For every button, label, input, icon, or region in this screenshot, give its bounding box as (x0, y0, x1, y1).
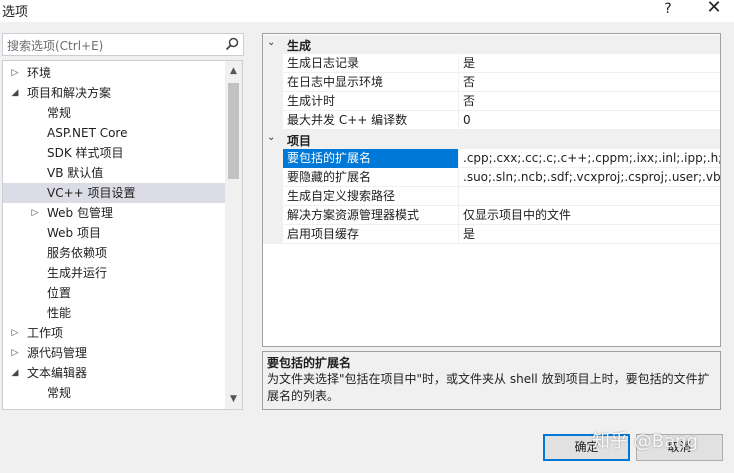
tree-item[interactable]: ASP.NET Core (3, 123, 225, 143)
tree-item-label: 常规 (47, 106, 72, 120)
tree-item-label: SDK 样式项目 (47, 146, 124, 160)
tree-item-label: 文本编辑器 (27, 366, 88, 380)
property-row[interactable]: 生成日志记录是 (263, 54, 720, 73)
search-icon[interactable] (225, 37, 239, 51)
row-gutter (263, 225, 283, 244)
tree-item-label: 常规 (47, 386, 72, 400)
tree-item-label: 项目和解决方案 (27, 86, 112, 100)
property-name[interactable]: 生成计时 (283, 92, 459, 111)
property-value[interactable]: 是 (460, 54, 720, 73)
property-value[interactable]: 是 (460, 225, 720, 244)
property-name[interactable]: 解决方案资源管理器模式 (283, 206, 459, 225)
property-value[interactable]: .suo;.sln;.ncb;.sdf;.vcxproj;.csproj;.us… (460, 168, 720, 187)
tree-item-label: 源代码管理 (27, 346, 88, 360)
tree-item-label: 生成并运行 (47, 266, 108, 280)
property-value[interactable]: 否 (460, 92, 720, 111)
property-name[interactable]: 在日志中显示环境 (283, 73, 459, 92)
tree-item[interactable]: 服务依赖项 (3, 243, 225, 263)
tree-item-label: VB 默认值 (47, 166, 104, 180)
tree-item[interactable]: ▷ 环境 (3, 63, 225, 83)
property-row[interactable]: 最大并发 C++ 编译数 0 (263, 111, 720, 130)
row-gutter (263, 54, 283, 73)
watermark: 知乎 @Bang (592, 431, 698, 452)
row-gutter (263, 149, 283, 168)
property-grid: ⌄ 生成 生成日志记录是在日志中显示环境否生成计时否最大并发 C++ 编译数 0 ⌄ 项目… (262, 33, 721, 347)
property-name[interactable]: 要隐藏的扩展名 (283, 168, 459, 187)
category-label: 项目 (287, 134, 312, 148)
property-row[interactable]: 启用项目缓存是 (263, 225, 720, 244)
expand-arrow-icon[interactable]: ▷ (9, 343, 21, 363)
tree-item-label: ASP.NET Core (47, 126, 128, 140)
tree-item[interactable]: 位置 (3, 283, 225, 303)
row-gutter (263, 111, 283, 130)
row-gutter (263, 168, 283, 187)
tree-item[interactable]: Web 项目 (3, 223, 225, 243)
tree-item-label: 服务依赖项 (47, 246, 108, 260)
tree-item-label: VC++ 项目设置 (47, 186, 136, 200)
row-gutter (263, 92, 283, 111)
property-value[interactable] (460, 187, 720, 206)
tree-item[interactable]: ▷ Web 包管理 (3, 203, 225, 223)
property-row[interactable]: 在日志中显示环境否 (263, 73, 720, 92)
scroll-up-icon[interactable]: ▲ (225, 63, 242, 79)
tree-item[interactable]: VB 默认值 (3, 163, 225, 183)
property-row[interactable]: 要包括的扩展名 .cpp;.cxx;.cc;.c;.c++;.cppm;.ixx;… (263, 149, 720, 168)
collapse-chevron-icon[interactable]: ⌄ (267, 132, 275, 143)
tree-item[interactable]: 常规 (3, 383, 225, 403)
tree-item[interactable]: ▷ 工作项 (3, 323, 225, 343)
property-row[interactable]: 生成自定义搜索路径 (263, 187, 720, 206)
expand-arrow-icon[interactable]: ▷ (9, 323, 21, 343)
tree-item[interactable]: ◢ 文本编辑器 (3, 363, 225, 383)
tree-item[interactable]: ◢ 项目和解决方案 (3, 83, 225, 103)
property-name[interactable]: 要包括的扩展名 (283, 149, 459, 168)
close-button[interactable]: ✕ (702, 0, 726, 20)
description-title: 要包括的扩展名 (267, 356, 352, 370)
tree-item[interactable]: SDK 样式项目 (3, 143, 225, 163)
tree-item-label: Web 项目 (47, 226, 101, 240)
tree-item-label: 工作项 (27, 326, 64, 340)
property-name[interactable]: 生成日志记录 (283, 54, 459, 73)
property-row[interactable]: 生成计时否 (263, 92, 720, 111)
collapse-arrow-icon[interactable]: ◢ (9, 363, 21, 383)
property-row[interactable]: 要隐藏的扩展名 .suo;.sln;.ncb;.sdf;.vcxproj;.csp… (263, 168, 720, 187)
description-text: 为文件夹选择"包括在项目中"时，或文件夹从 shell 放到项目上时，要包括的文… (267, 372, 710, 403)
expand-arrow-icon[interactable]: ▷ (29, 203, 41, 223)
row-gutter (263, 73, 283, 92)
property-value[interactable]: 0 (460, 111, 720, 130)
tree-item-label: Web 包管理 (47, 206, 113, 220)
tree-item[interactable]: 性能 (3, 303, 225, 323)
tree-scrollbar[interactable]: ▲ ▼ (225, 61, 242, 409)
row-gutter (263, 187, 283, 206)
row-gutter (263, 206, 283, 225)
scroll-thumb[interactable] (228, 83, 239, 179)
tree-item[interactable]: 常规 (3, 103, 225, 123)
tree-item[interactable]: VC++ 项目设置 (3, 183, 225, 203)
collapse-arrow-icon[interactable]: ◢ (9, 83, 21, 103)
search-placeholder: 搜索选项(Ctrl+E) (7, 39, 104, 53)
category-header[interactable]: ⌄ 生成 (263, 35, 720, 54)
property-value[interactable]: .cpp;.cxx;.cc;.c;.c++;.cppm;.ixx;.inl;.i… (460, 149, 720, 168)
tree-item[interactable]: ▷ 源代码管理 (3, 343, 225, 363)
tree-item-label: 性能 (47, 306, 72, 320)
options-tree: ▷ 环境 ◢ 项目和解决方案常规 ASP.NET Core SDK 样式项目 VB 默认值 V… (2, 60, 243, 410)
property-row[interactable]: 解决方案资源管理器模式 仅显示项目中的文件 (263, 206, 720, 225)
description-panel: 要包括的扩展名 为文件夹选择"包括在项目中"时，或文件夹从 shell 放到项目… (262, 351, 721, 410)
title-bar: 选项 ? ✕ (0, 0, 734, 22)
scroll-down-icon[interactable]: ▼ (225, 391, 242, 407)
category-label: 生成 (287, 39, 312, 53)
property-name[interactable]: 启用项目缓存 (283, 225, 459, 244)
property-value[interactable]: 否 (460, 73, 720, 92)
window-title: 选项 (2, 5, 29, 20)
property-name[interactable]: 最大并发 C++ 编译数 (283, 111, 459, 130)
expand-arrow-icon[interactable]: ▷ (9, 63, 21, 83)
help-button[interactable]: ? (656, 0, 680, 20)
property-value[interactable]: 仅显示项目中的文件 (460, 206, 720, 225)
category-header[interactable]: ⌄ 项目 (263, 130, 720, 149)
tree-item[interactable]: 生成并运行 (3, 263, 225, 283)
collapse-chevron-icon[interactable]: ⌄ (267, 37, 275, 48)
tree-item-label: 位置 (47, 286, 72, 300)
search-input[interactable]: 搜索选项(Ctrl+E) (2, 33, 244, 56)
property-name[interactable]: 生成自定义搜索路径 (283, 187, 459, 206)
tree-item-label: 环境 (27, 66, 52, 80)
